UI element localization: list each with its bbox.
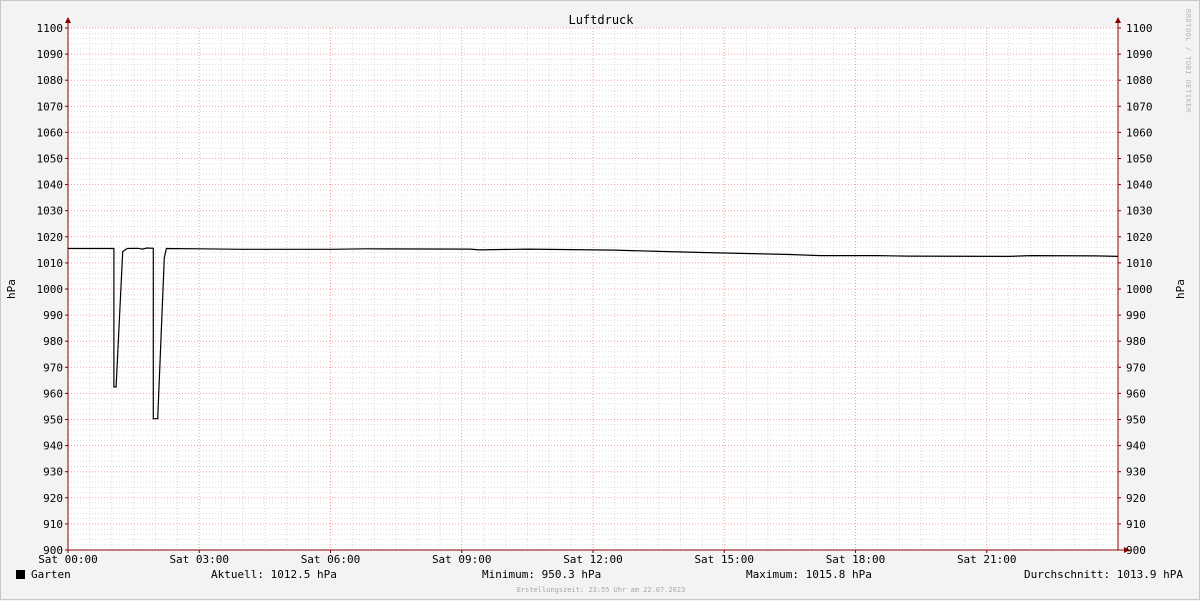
x-tick-label: Sat 21:00 — [957, 553, 1017, 566]
y-tick-label-left: 1090 — [37, 48, 64, 61]
x-tick-label: Sat 18:00 — [826, 553, 886, 566]
y-tick-label-right: 1050 — [1126, 153, 1153, 166]
y-axis-arrow-right — [1115, 17, 1121, 23]
x-tick-label: Sat 00:00 — [38, 553, 98, 566]
y-tick-label-left: 960 — [43, 387, 63, 400]
x-tick-label: Sat 03:00 — [169, 553, 229, 566]
x-tick-label: Sat 12:00 — [563, 553, 623, 566]
legend-minimum: Minimum: 950.3 hPa — [482, 568, 602, 581]
y-tick-label-left: 980 — [43, 335, 63, 348]
y-axis-label-left: hPa — [5, 279, 18, 299]
legend-series: Garten — [16, 568, 71, 581]
legend-current: Aktuell: 1012.5 hPa — [211, 568, 337, 581]
footer-timestamp: Erstellungszeit: 23:55 Uhr am 22.07.2023 — [516, 586, 686, 594]
y-tick-label-right: 1030 — [1126, 205, 1153, 218]
y-tick-label-right: 960 — [1126, 387, 1146, 400]
y-tick-label-left: 970 — [43, 361, 63, 374]
y-tick-label-left: 1070 — [37, 100, 64, 113]
y-tick-label-left: 1060 — [37, 126, 64, 139]
y-tick-label-right: 1040 — [1126, 179, 1153, 192]
legend-series-name: Garten — [31, 568, 71, 581]
y-tick-label-left: 940 — [43, 440, 63, 453]
y-tick-label-right: 950 — [1126, 414, 1146, 427]
y-tick-label-right: 1010 — [1126, 257, 1153, 270]
y-tick-label-right: 920 — [1126, 492, 1146, 505]
y-tick-label-right: 1070 — [1126, 100, 1153, 113]
y-tick-label-left: 990 — [43, 309, 63, 322]
y-tick-label-right: 1090 — [1126, 48, 1153, 61]
y-tick-label-left: 1080 — [37, 74, 64, 87]
y-tick-label-right: 1060 — [1126, 126, 1153, 139]
chart-title: Luftdruck — [568, 13, 634, 27]
y-tick-label-left: 1040 — [37, 179, 64, 192]
y-tick-label-left: 1100 — [37, 22, 64, 35]
y-tick-label-left: 1050 — [37, 153, 64, 166]
y-tick-label-right: 930 — [1126, 466, 1146, 479]
y-tick-label-right: 970 — [1126, 361, 1146, 374]
y-tick-label-left: 910 — [43, 518, 63, 531]
y-tick-label-right: 1000 — [1126, 283, 1153, 296]
y-tick-label-right: 1100 — [1126, 22, 1153, 35]
y-tick-label-right: 990 — [1126, 309, 1146, 322]
y-tick-label-right: 940 — [1126, 440, 1146, 453]
legend-average: Durchschnitt: 1013.9 hPA — [1024, 568, 1183, 581]
x-tick-label: Sat 06:00 — [301, 553, 361, 566]
y-axis-label-right: hPa — [1174, 279, 1187, 299]
y-tick-label-right: 910 — [1126, 518, 1146, 531]
legend-maximum: Maximum: 1015.8 hPa — [746, 568, 872, 581]
y-tick-label-left: 920 — [43, 492, 63, 505]
chart-window: 900 900 910 910 920 920 930 930 940 940 950 950 960 9… — [0, 0, 1200, 600]
y-tick-label-right: 1080 — [1126, 74, 1153, 87]
y-tick-label-left: 930 — [43, 466, 63, 479]
y-tick-label-right: 980 — [1126, 335, 1146, 348]
x-tick-label: Sat 09:00 — [432, 553, 492, 566]
y-axis-arrow-left — [65, 17, 71, 23]
y-tick-label-left: 1000 — [37, 283, 64, 296]
y-tick-label-left: 1030 — [37, 205, 64, 218]
y-tick-label-right: 1020 — [1126, 231, 1153, 244]
watermark: RRDTOOL / TOBI OETIKER — [1184, 9, 1192, 113]
chart-canvas: 900 900910 910920 920930 930940 940950 950960 9… — [5, 13, 1187, 566]
y-tick-label-left: 950 — [43, 414, 63, 427]
legend-swatch — [16, 570, 25, 579]
y-tick-label-left: 1010 — [37, 257, 64, 270]
x-tick-label: Sat 15:00 — [694, 553, 754, 566]
y-tick-label-right: 900 — [1126, 544, 1146, 557]
y-tick-label-left: 1020 — [37, 231, 64, 244]
